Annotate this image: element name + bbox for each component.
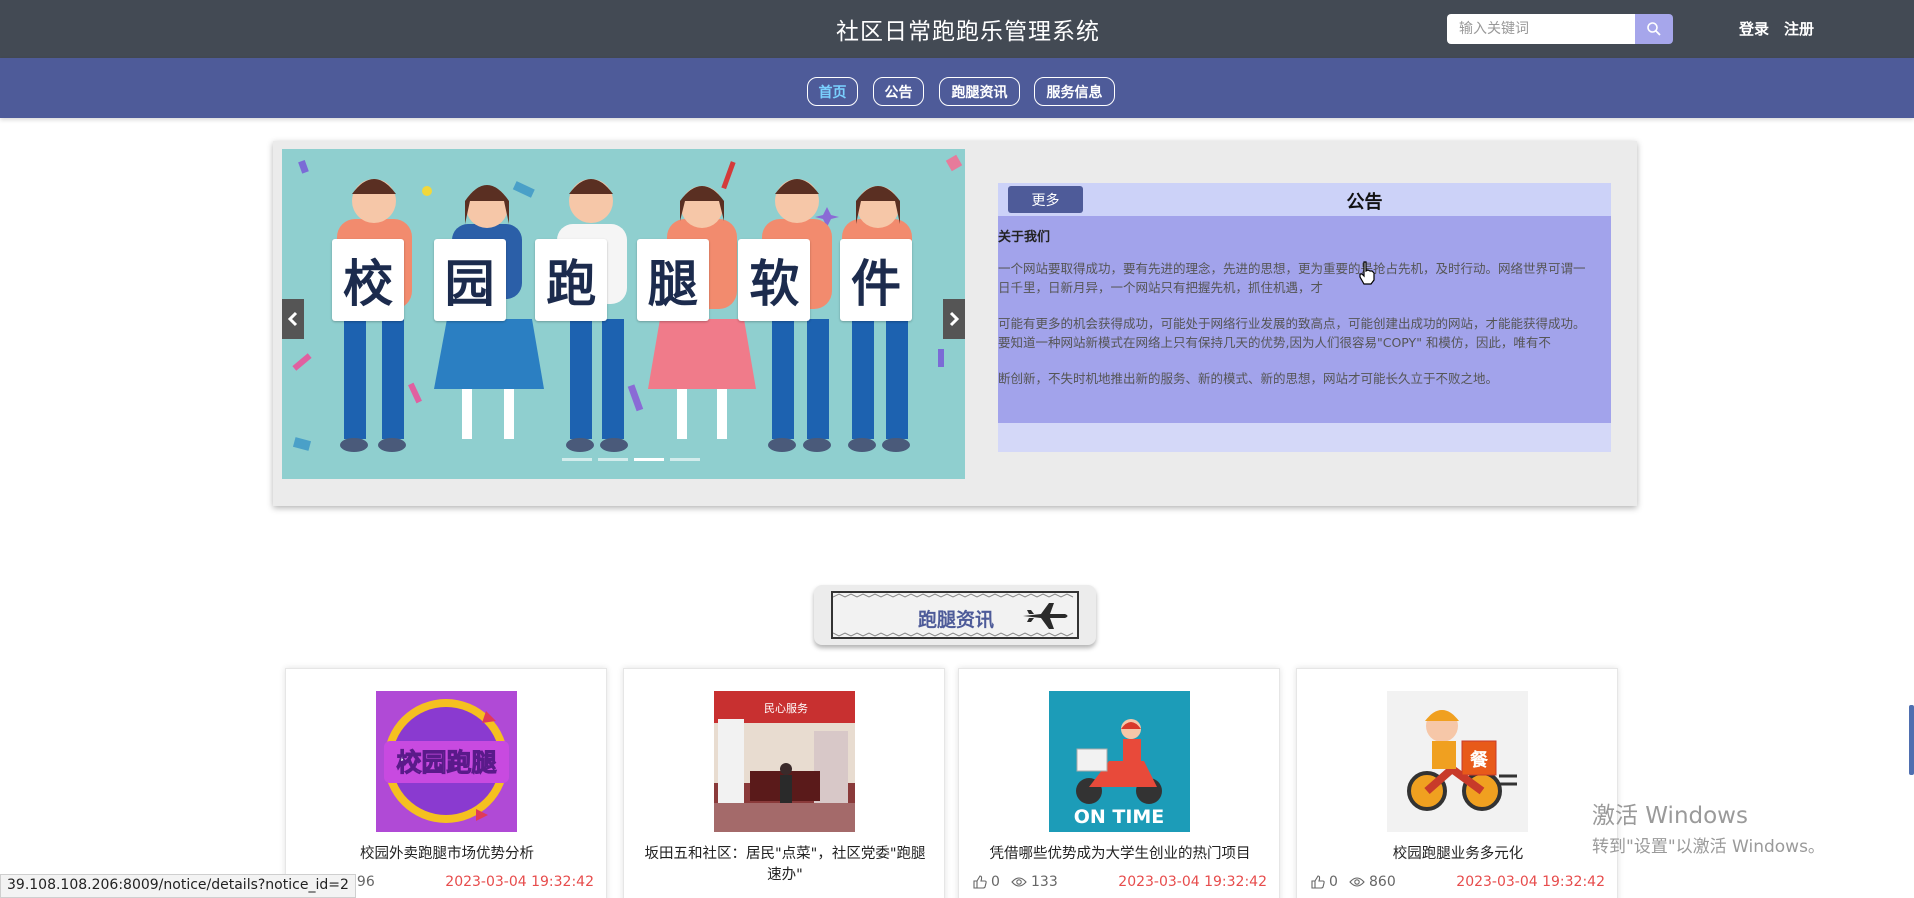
card-title[interactable]: 校园跑腿业务多元化	[1311, 844, 1605, 865]
card-title[interactable]: 校园外卖跑腿市场优势分析	[300, 844, 594, 865]
section-title-frame: 跑腿资讯	[831, 591, 1079, 639]
notice-content: 关于我们 一个网站要取得成功，要有先进的理念，先进的思想，更为重要的是抢占先机，…	[998, 216, 1611, 423]
thumbs-up-icon	[1311, 875, 1325, 889]
watermark-line2: 转到"设置"以激活 Windows。	[1592, 837, 1825, 857]
banner-sign: 件	[839, 239, 912, 321]
notice-paragraph: 一个网站要取得成功，要有先进的理念，先进的思想，更为重要的是抢占先机，及时行动。…	[998, 261, 1586, 295]
login-link[interactable]: 登录	[1739, 18, 1769, 39]
like-count: 0	[973, 874, 1000, 890]
card-image-text: ON TIME	[1074, 806, 1165, 828]
nav-home[interactable]: 首页	[807, 77, 858, 106]
hero-panel: 校 园 跑 腿 软 件 更多 公告 关于我们 一个网站要取得成功，要有先进的理念…	[273, 141, 1637, 506]
view-count-value: 133	[1031, 874, 1058, 890]
notice-header: 更多 公告	[998, 183, 1611, 216]
news-card[interactable]: 民心服务 坂田五和社区：居民"点菜"，社区党委"跑腿速办"	[623, 668, 945, 898]
banner-carousel[interactable]: 校 园 跑 腿 软 件	[282, 149, 965, 479]
like-count-value: 0	[1329, 874, 1338, 890]
register-link[interactable]: 注册	[1784, 18, 1814, 39]
nav-notice[interactable]: 公告	[873, 77, 924, 106]
banner-sign: 软	[738, 239, 811, 321]
card-image[interactable]: ON TIME	[1049, 691, 1190, 832]
notice-paragraph: 断创新，不失时机地推出新的服务、新的模式、新的思想，网站才可能长久立于不败之地。	[998, 371, 1499, 386]
publish-date: 2023-03-04 19:32:42	[445, 874, 594, 890]
nav-errand-news[interactable]: 跑腿资讯	[939, 77, 1020, 106]
notice-paragraph: 可能有更多的机会获得成功，可能处于网络行业发展的致高点，可能创建出成功的网站，才…	[998, 316, 1586, 350]
card-image[interactable]: 校园跑腿	[376, 691, 517, 832]
card-image[interactable]: 餐	[1387, 691, 1528, 832]
search-icon	[1647, 22, 1661, 36]
notice-panel: 更多 公告 关于我们 一个网站要取得成功，要有先进的理念，先进的思想，更为重要的…	[998, 183, 1611, 452]
main-nav: 首页 公告 跑腿资讯 服务信息	[0, 58, 1914, 118]
hand-cursor-icon	[1359, 261, 1375, 285]
eye-icon	[1011, 877, 1027, 887]
carousel-dot[interactable]	[598, 458, 628, 461]
like-count-value: 0	[991, 874, 1000, 890]
nav-service-info[interactable]: 服务信息	[1034, 77, 1115, 106]
scrollbar-thumb[interactable]	[1909, 705, 1914, 775]
like-count: 0	[1311, 874, 1338, 890]
carousel-prev-button[interactable]	[282, 299, 304, 339]
notice-subtitle: 关于我们	[998, 230, 1051, 245]
airplane-icon	[1023, 603, 1068, 629]
news-card[interactable]: 校园跑腿 校园外卖跑腿市场优势分析 296 2023-03-04 19:32:4…	[285, 668, 607, 898]
view-count: 860	[1349, 874, 1396, 890]
community-event-image: 民心服务	[714, 691, 855, 832]
publish-date: 2023-03-04 19:32:42	[1118, 874, 1267, 890]
carousel-indicators	[562, 458, 700, 461]
thumbs-up-icon	[973, 875, 987, 889]
eye-icon	[1349, 877, 1365, 887]
search-button[interactable]	[1635, 14, 1673, 44]
carousel-dot[interactable]	[634, 458, 664, 461]
banner-signs: 校 园 跑 腿 软 件	[332, 239, 912, 321]
news-card-list: 校园跑腿 校园外卖跑腿市场优势分析 296 2023-03-04 19:32:4…	[280, 668, 1632, 898]
view-count-value: 860	[1369, 874, 1396, 890]
watermark-line1: 激活 Windows	[1592, 803, 1748, 829]
chevron-right-icon	[949, 311, 960, 327]
news-card[interactable]: 餐 校园跑腿业务多元化 0 860 2023-03-04 19:32:42	[1296, 668, 1618, 898]
carousel-next-button[interactable]	[943, 299, 965, 339]
windows-activation-watermark: 激活 Windows 转到"设置"以激活 Windows。	[1592, 796, 1825, 857]
banner-sign: 跑	[535, 239, 608, 321]
section-title-errand-news: 跑腿资讯	[814, 585, 1096, 645]
news-card[interactable]: ON TIME 凭借哪些优势成为大学生创业的热门项目 0 133 2023-03…	[958, 668, 1280, 898]
banner-sign: 校	[332, 239, 404, 321]
link-status-url: 39.108.108.206:8009/notice/details?notic…	[0, 874, 356, 898]
top-bar: 社区日常跑跑乐管理系统 登录 注册	[0, 0, 1914, 58]
delivery-scooter-image: ON TIME	[1049, 691, 1190, 832]
carousel-dot[interactable]	[670, 458, 700, 461]
carousel-dot[interactable]	[562, 458, 592, 461]
search-input[interactable]	[1447, 14, 1635, 44]
card-image-text: 餐	[1469, 749, 1489, 771]
card-image-text: 民心服务	[764, 702, 808, 715]
banner-sign: 园	[433, 239, 506, 321]
section-title-label: 跑腿资讯	[918, 609, 995, 631]
campus-errand-image: 校园跑腿	[376, 691, 517, 832]
card-image[interactable]: 民心服务	[714, 691, 855, 832]
banner-sign: 腿	[636, 239, 709, 321]
chevron-left-icon	[287, 311, 298, 327]
card-title[interactable]: 坂田五和社区：居民"点菜"，社区党委"跑腿速办"	[638, 844, 932, 886]
card-image-text: 校园跑腿	[396, 748, 496, 777]
publish-date: 2023-03-04 19:32:42	[1456, 874, 1605, 890]
view-count: 133	[1011, 874, 1058, 890]
delivery-courier-image: 餐	[1387, 691, 1528, 832]
card-title[interactable]: 凭借哪些优势成为大学生创业的热门项目	[973, 844, 1267, 865]
notice-title: 公告	[1346, 192, 1383, 213]
